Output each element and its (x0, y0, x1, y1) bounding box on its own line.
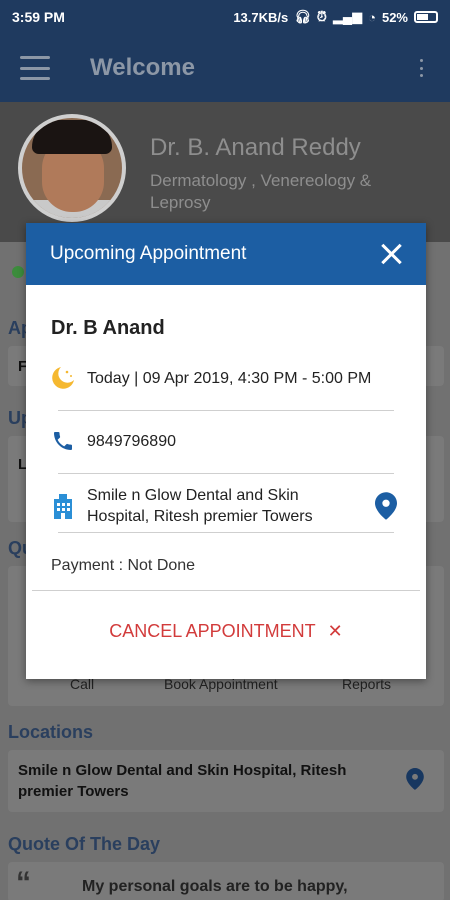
divider (58, 473, 394, 474)
signal-icon: ▂▄▆ (332, 9, 363, 24)
location-name: Smile n Glow Dental and Skin Hospital, R… (18, 762, 347, 800)
locations-title: Locations (8, 722, 94, 742)
avatar (18, 114, 126, 222)
menu-icon[interactable] (20, 56, 50, 80)
status-time: 3:59 PM (12, 9, 65, 25)
quote-title: Quote Of The Day (8, 834, 161, 854)
headset-icon: 🎧︎ (294, 9, 311, 24)
divider (58, 532, 394, 533)
more-options-icon[interactable] (420, 59, 424, 77)
appointment-datetime: Today | 09 Apr 2019, 4:30 PM - 5:00 PM (87, 369, 372, 387)
wifi-icon: ◔ (368, 9, 376, 25)
dialog-title: Upcoming Appointment (50, 243, 247, 264)
profile-header: Dr. B. Anand Reddy Dermatology , Venereo… (0, 102, 450, 242)
appointment-doctor-name: Dr. B Anand (51, 317, 165, 339)
moon-icon (52, 367, 74, 389)
status-indicators: 13.7KB/s 🎧︎ ⏰︎ ▂▄▆ ◔ 52% (233, 9, 438, 25)
divider (32, 590, 420, 591)
location-card[interactable]: Smile n Glow Dental and Skin Hospital, R… (8, 750, 444, 812)
status-bar: 3:59 PM 13.7KB/s 🎧︎ ⏰︎ ▂▄▆ ◔ 52% (0, 0, 450, 34)
cancel-appointment-label: CANCEL APPOINTMENT (109, 621, 316, 641)
upcoming-appointment-dialog: Upcoming Appointment Dr. B Anand Today |… (26, 223, 426, 679)
doctor-specialization: Dermatology , Venereology & Leprosy (150, 171, 372, 212)
appointment-phone[interactable]: 9849796890 (87, 431, 176, 452)
cancel-appointment-button[interactable]: CANCEL APPOINTMENT ✕ (26, 621, 426, 642)
payment-status: Payment : Not Done (51, 557, 196, 574)
online-status-icon (12, 266, 24, 278)
doctor-name: Dr. B. Anand Reddy (150, 134, 361, 161)
battery-icon (414, 11, 438, 23)
dialog-header: Upcoming Appointment (26, 223, 426, 285)
cancel-x-icon: ✕ (327, 621, 343, 641)
alarm-icon: ⏰︎ (316, 9, 327, 24)
app-bar: Welcome (0, 34, 450, 102)
network-speed: 13.7KB/s (233, 9, 289, 25)
close-icon[interactable] (380, 243, 402, 265)
quote-icon: “ (16, 866, 31, 899)
quote-text: My personal goals are to be happy, (82, 878, 348, 895)
appointment-hospital: Smile n Glow Dental and Skin Hospital, R… (87, 487, 313, 525)
location-pin-icon[interactable] (375, 491, 397, 521)
appointment-phone-row[interactable]: 9849796890 (51, 429, 401, 453)
hospital-icon (54, 494, 72, 519)
phone-icon[interactable] (51, 429, 75, 453)
quote-card: “ My personal goals are to be happy, (8, 862, 444, 900)
location-pin-icon[interactable] (406, 768, 424, 790)
page-title: Welcome (90, 54, 195, 81)
divider (58, 410, 394, 411)
appointment-datetime-row: Today | 09 Apr 2019, 4:30 PM - 5:00 PM (51, 366, 401, 390)
battery-percent: 52% (381, 9, 408, 25)
appointment-hospital-row: Smile n Glow Dental and Skin Hospital, R… (51, 485, 401, 527)
